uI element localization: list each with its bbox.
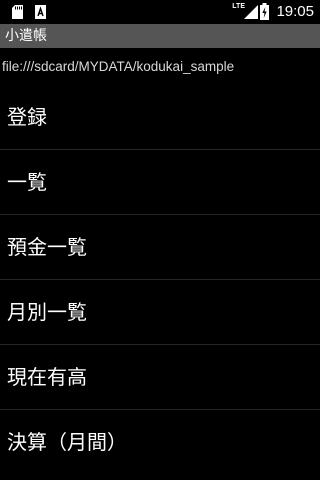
menu-item-deposit-list[interactable]: 預金一覧 bbox=[0, 215, 320, 280]
menu-item-label: 決算（月間） bbox=[7, 430, 127, 454]
menu-item-label: 登録 bbox=[7, 105, 47, 129]
menu-item-label: 一覧 bbox=[7, 170, 47, 194]
status-bar: LTE 19:05 bbox=[0, 0, 320, 24]
menu-item-monthly-list[interactable]: 月別一覧 bbox=[0, 280, 320, 345]
menu-item-label: 預金一覧 bbox=[7, 235, 87, 259]
menu-item-label: 現在有高 bbox=[7, 365, 87, 389]
battery-charging-icon bbox=[260, 3, 269, 20]
clock-time: 19:05 bbox=[276, 3, 314, 20]
menu-item-register[interactable]: 登録 bbox=[0, 85, 320, 150]
signal-strength-icon bbox=[244, 5, 258, 19]
menu-item-current-balance[interactable]: 現在有高 bbox=[0, 345, 320, 410]
menu-item-monthly-settlement[interactable]: 決算（月間） bbox=[0, 410, 320, 474]
menu-item-list[interactable]: 一覧 bbox=[0, 150, 320, 215]
sd-card-icon bbox=[12, 5, 23, 19]
app-title: 小遣帳 bbox=[5, 28, 47, 44]
app-screen: LTE 19:05 小遣帳 file:///sdcard/MYDATA/kodu… bbox=[0, 0, 320, 480]
app-title-bar: 小遣帳 bbox=[0, 24, 320, 48]
file-path-label: file:///sdcard/MYDATA/kodukai_sample bbox=[2, 59, 235, 74]
menu-item-label: 月別一覧 bbox=[7, 300, 87, 324]
main-menu-list: 登録 一覧 預金一覧 月別一覧 現在有高 決算（月間） bbox=[0, 85, 320, 474]
a-notification-icon bbox=[35, 5, 46, 19]
